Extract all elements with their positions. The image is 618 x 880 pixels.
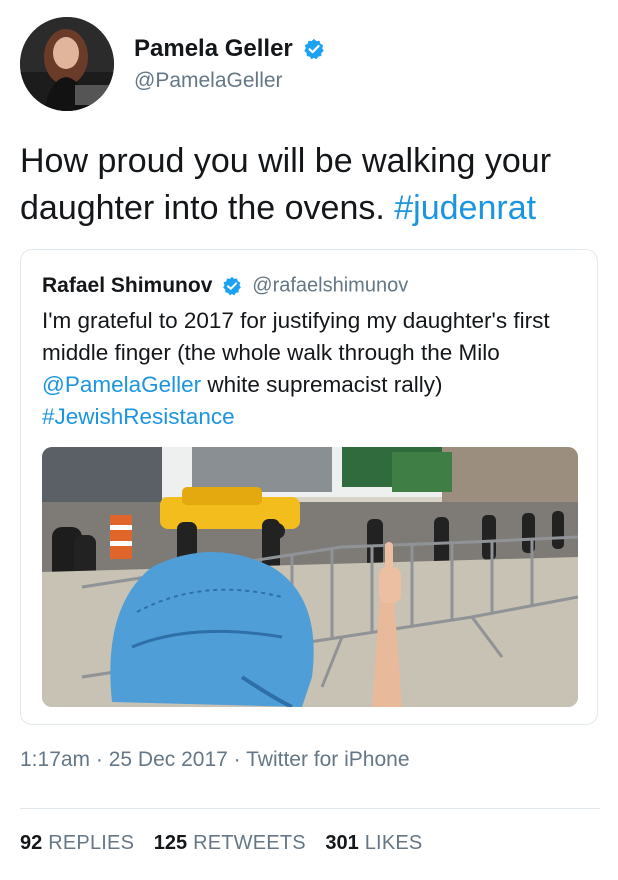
mention-link[interactable]: @PamelaGeller [42,372,201,397]
likes-stat[interactable]: 301 LIKES [325,832,422,854]
quoted-tweet-card[interactable]: Rafael Shimunov @rafaelshimunov I'm grat… [20,249,598,725]
street-photo-image [42,447,578,707]
quoted-hashtag-link[interactable]: #JewishResistance [42,404,235,429]
quoted-author-handle[interactable]: @rafaelshimunov [252,275,408,297]
replies-stat[interactable]: 92 REPLIES [20,832,134,854]
meta-separator: · [90,748,109,771]
retweets-label: RETWEETS [193,832,306,854]
retweets-count: 125 [153,832,188,854]
author-block: Pamela Geller @PamelaGeller [134,35,325,93]
quoted-tweet-photo[interactable] [42,447,578,707]
tweet-meta: 1:17am · 25 Dec 2017 · Twitter for iPhon… [20,748,410,772]
tweet-date[interactable]: 25 Dec 2017 [109,748,228,771]
tweet-source[interactable]: Twitter for iPhone [246,748,409,771]
likes-label: LIKES [364,832,423,854]
verified-badge-icon [222,276,242,296]
verified-badge-icon [303,38,325,60]
tweet-header: Pamela Geller @PamelaGeller [20,17,600,113]
retweets-stat[interactable]: 125 RETWEETS [154,832,306,854]
replies-label: REPLIES [48,832,135,854]
avatar[interactable] [20,17,114,111]
meta-separator: · [227,748,247,771]
quoted-tweet-text: I'm grateful to 2017 for justifying my d… [42,305,582,433]
quoted-text-part2: white supremacist rally) [201,372,443,397]
quoted-author-name[interactable]: Rafael Shimunov [42,274,212,297]
tweet-stats: 92 REPLIES 125 RETWEETS 301 LIKES [20,832,436,855]
quoted-tweet-header: Rafael Shimunov @rafaelshimunov [42,274,408,298]
author-handle[interactable]: @PamelaGeller [134,69,325,93]
tweet-time[interactable]: 1:17am [20,748,90,771]
likes-count: 301 [325,832,359,854]
tweet-text: How proud you will be walking your daugh… [20,138,605,232]
tweet-hashtag-link[interactable]: #judenrat [394,189,536,227]
replies-count: 92 [20,832,43,854]
quoted-text-part1: I'm grateful to 2017 for justifying my d… [42,308,550,365]
author-name[interactable]: Pamela Geller [134,35,293,63]
divider [20,808,600,809]
